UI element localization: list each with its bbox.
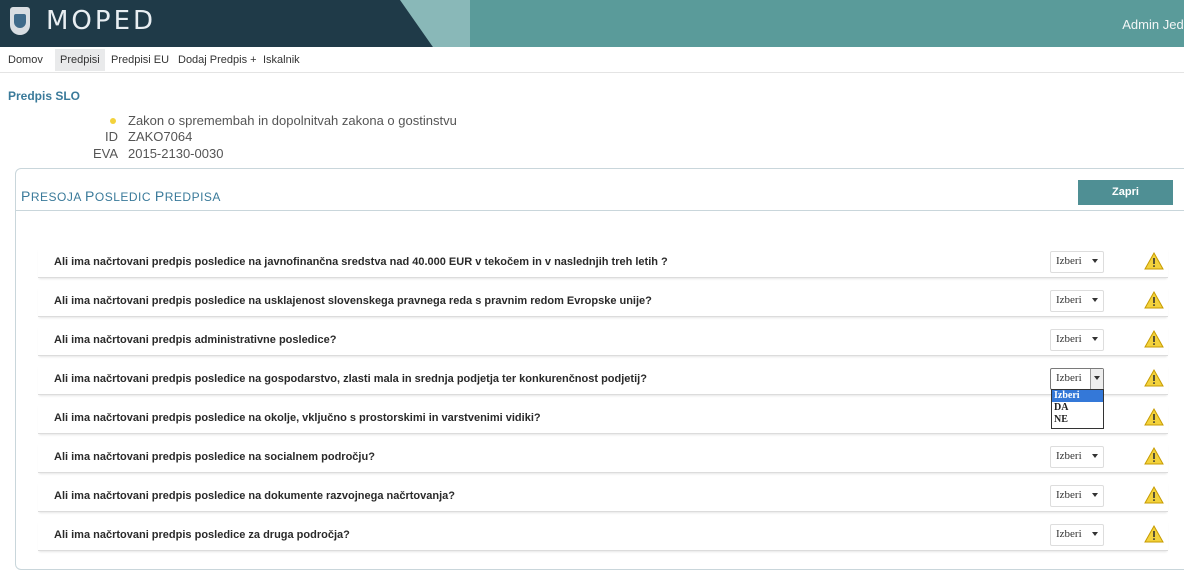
nav-item-dodaj-predpis[interactable]: Dodaj Predpis + xyxy=(173,49,262,71)
warning-icon xyxy=(1144,329,1164,348)
eva-value: 2015-2130-0030 xyxy=(128,146,224,161)
nav-item-predpisi-eu[interactable]: Predpisi EU xyxy=(106,49,174,71)
chevron-down-icon xyxy=(1092,337,1098,341)
chevron-down-icon xyxy=(1094,376,1100,380)
warning-icon xyxy=(1144,524,1164,543)
question-text: Ali ima načrtovani predpis posledice na … xyxy=(54,295,652,307)
warning-icon xyxy=(1144,407,1164,426)
answer-select[interactable]: Izberi xyxy=(1050,329,1104,351)
question-text: Ali ima načrtovani predpis posledice na … xyxy=(54,373,647,385)
chevron-down-icon xyxy=(1092,493,1098,497)
warning-icon xyxy=(1144,446,1164,465)
chevron-down-icon xyxy=(1092,532,1098,536)
dropdown-option-izberi[interactable]: Izberi xyxy=(1052,390,1103,402)
chevron-down-icon xyxy=(1092,454,1098,458)
answer-select[interactable]: Izberi xyxy=(1050,485,1104,507)
question-text: Ali ima načrtovani predpis posledice na … xyxy=(54,451,375,463)
question-row: Ali ima načrtovani predpis posledice na … xyxy=(38,247,1168,278)
question-row: Ali ima načrtovani predpis posledice na … xyxy=(38,286,1168,317)
warning-icon xyxy=(1144,290,1164,309)
warning-icon xyxy=(1144,251,1164,270)
user-menu[interactable]: Admin Jedr xyxy=(1122,17,1184,32)
warning-icon xyxy=(1144,485,1164,504)
question-row: Ali ima načrtovani predpis posledice na … xyxy=(38,442,1168,473)
question-row: Ali ima načrtovani predpis posledice za … xyxy=(38,520,1168,551)
panel-divider xyxy=(16,210,1184,211)
id-value: ZAKO7064 xyxy=(128,129,193,144)
question-row: Ali ima načrtovani predpis posledice na … xyxy=(38,481,1168,512)
app-header: MOPED Admin Jedr xyxy=(0,0,1184,47)
regulation-name: Zakon o spremembah in dopolnitvah zakona… xyxy=(128,113,457,128)
answer-select[interactable]: Izberi xyxy=(1050,446,1104,468)
question-text: Ali ima načrtovani predpis posledice na … xyxy=(54,412,541,424)
id-label: ID xyxy=(105,129,118,144)
nav-item-predpisi[interactable]: Predpisi xyxy=(55,49,105,71)
eva-label: EVA xyxy=(92,146,118,161)
answer-dropdown-list: Izberi DA NE xyxy=(1051,389,1104,429)
chevron-down-icon xyxy=(1092,298,1098,302)
answer-select[interactable]: Izberi xyxy=(1050,368,1104,390)
status-dot-icon xyxy=(110,118,116,124)
header-teal-band xyxy=(470,0,1184,47)
answer-select[interactable]: Izberi xyxy=(1050,251,1104,273)
question-row: Ali ima načrtovani predpis posledice na … xyxy=(38,364,1168,395)
answer-select[interactable]: Izberi xyxy=(1050,290,1104,312)
question-text: Ali ima načrtovani predpis posledice za … xyxy=(54,529,350,541)
question-text: Ali ima načrtovani predpis administrativ… xyxy=(54,334,337,346)
panel-title: PRESOJA POSLEDIC PREDPISA xyxy=(21,188,221,204)
question-row: Ali ima načrtovani predpis posledice na … xyxy=(38,403,1168,434)
close-button[interactable]: Zapri xyxy=(1078,180,1173,205)
coat-of-arms-icon xyxy=(10,7,30,35)
warning-icon xyxy=(1144,368,1164,387)
nav-item-iskalnik[interactable]: Iskalnik xyxy=(258,49,305,71)
section-title: Predpis SLO xyxy=(8,89,81,103)
question-text: Ali ima načrtovani predpis posledice na … xyxy=(54,256,668,268)
dropdown-option-da[interactable]: DA xyxy=(1052,402,1103,414)
dropdown-option-ne[interactable]: NE xyxy=(1052,414,1103,426)
question-row: Ali ima načrtovani predpis administrativ… xyxy=(38,325,1168,356)
nav-item-domov[interactable]: Domov xyxy=(3,49,48,71)
main-nav: Domov Predpisi Predpisi EU Dodaj Predpis… xyxy=(0,48,1184,73)
question-text: Ali ima načrtovani predpis posledice na … xyxy=(54,490,456,502)
app-logo[interactable]: MOPED xyxy=(46,6,156,36)
answer-select[interactable]: Izberi xyxy=(1050,524,1104,546)
chevron-down-icon xyxy=(1092,259,1098,263)
